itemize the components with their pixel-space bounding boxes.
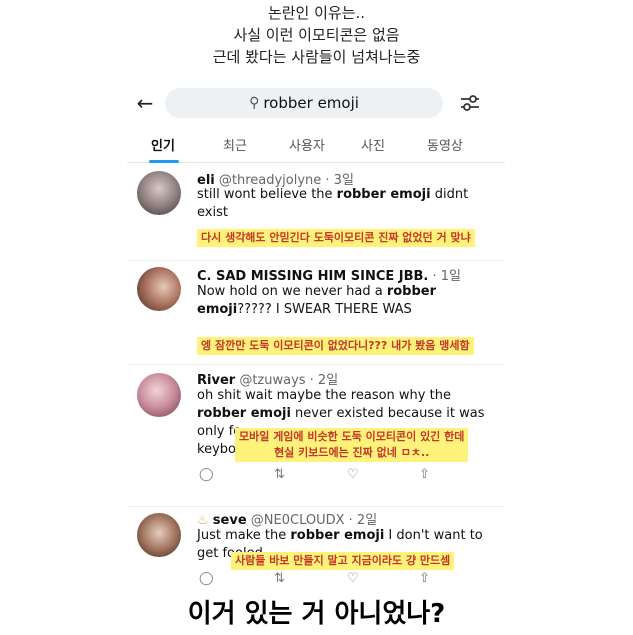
reply-icon[interactable]: ◯: [199, 571, 214, 586]
like-icon[interactable]: ♡: [347, 467, 359, 482]
avatar[interactable]: [137, 171, 181, 215]
search-query: robber emoji: [263, 94, 359, 112]
tab-recent[interactable]: 최근: [223, 135, 247, 154]
post-author-name[interactable]: seve: [213, 513, 247, 528]
search-icon: ⚲: [249, 95, 260, 111]
post-item[interactable]: ♨ seve @NE0CLOUDX · 2일 Just make the rob…: [127, 507, 505, 595]
active-tab-indicator: [149, 160, 179, 163]
annotation-highlight: 사람들 바보 만들지 말고 지금이라도 걍 만드셈: [231, 552, 455, 570]
caption-line-2: 사실 이런 이모티콘은 없음: [233, 26, 400, 44]
tab-photos[interactable]: 사진: [361, 135, 385, 154]
avatar[interactable]: [137, 267, 181, 311]
retweet-icon[interactable]: ⇅: [274, 571, 285, 586]
post-actions: ◯ ⇅ ♡ ⇧: [197, 467, 497, 483]
post-author-name[interactable]: River: [197, 373, 235, 388]
caption-line-3: 근데 봤다는 사람들이 넘쳐나는중: [212, 48, 421, 66]
post-text: Now hold on we never had a robber emoji?…: [197, 284, 437, 317]
post-text: oh shit wait maybe the reason why the ro…: [197, 388, 485, 421]
avatar[interactable]: [137, 373, 181, 417]
share-icon[interactable]: ⇧: [419, 571, 430, 586]
post-item[interactable]: eli @threadyjolyne · 3일 still wont belie…: [127, 165, 505, 261]
avatar[interactable]: [137, 513, 181, 557]
post-item[interactable]: River @tzuways · 2일 oh shit wait maybe t…: [127, 365, 505, 507]
post-text: Just make the robber emoji I don't want …: [197, 528, 483, 543]
tab-videos[interactable]: 동영상: [427, 135, 463, 154]
post-text: still wont believe the robber emoji didn…: [197, 187, 469, 220]
post-handle: @tzuways · 2일: [239, 373, 339, 388]
post-item[interactable]: C. SAD MISSING HIM SINCE JBB. · 1일 Now h…: [127, 261, 505, 365]
post-actions: ◯ ⇅ ♡ ⇧: [197, 571, 497, 587]
tab-users[interactable]: 사용자: [289, 135, 325, 154]
share-icon[interactable]: ⇧: [419, 467, 430, 482]
post-handle: @NE0CLOUDX · 2일: [250, 513, 378, 528]
caption-line-1: 논란인 이유는..: [267, 4, 366, 22]
tab-popular[interactable]: 인기: [151, 135, 175, 154]
post-author-name[interactable]: C. SAD MISSING HIM SINCE JBB.: [197, 269, 428, 284]
sliders-icon[interactable]: [459, 92, 481, 114]
post-handle: · 1일: [432, 269, 462, 284]
cake-icon: ♨: [197, 513, 209, 528]
arrow-left-icon[interactable]: ←: [133, 91, 157, 115]
search-results-screenshot: ← ⚲ robber emoji 인기 최근 사용자 사진 동영상 eli @t…: [127, 83, 505, 595]
like-icon[interactable]: ♡: [347, 571, 359, 586]
search-header: ← ⚲ robber emoji: [127, 83, 505, 123]
reply-icon[interactable]: ◯: [199, 467, 214, 482]
search-input[interactable]: ⚲ robber emoji: [165, 88, 443, 118]
annotation-highlight: 모바일 게임에 비슷한 도둑 이모티콘이 있긴 한데 현실 키보드에는 진짜 없…: [235, 428, 469, 462]
search-tabs: 인기 최근 사용자 사진 동영상: [127, 127, 505, 163]
bottom-caption: 이거 있는 거 아니었나?: [187, 599, 446, 629]
annotation-highlight: 다시 생각해도 안믿긴다 도둑이모티콘 진짜 없었던 거 맞냐: [197, 229, 475, 247]
retweet-icon[interactable]: ⇅: [274, 467, 285, 482]
annotation-highlight: 엥 잠깐만 도둑 이모티콘이 없었다니??? 내가 봤음 맹세함: [197, 337, 474, 355]
